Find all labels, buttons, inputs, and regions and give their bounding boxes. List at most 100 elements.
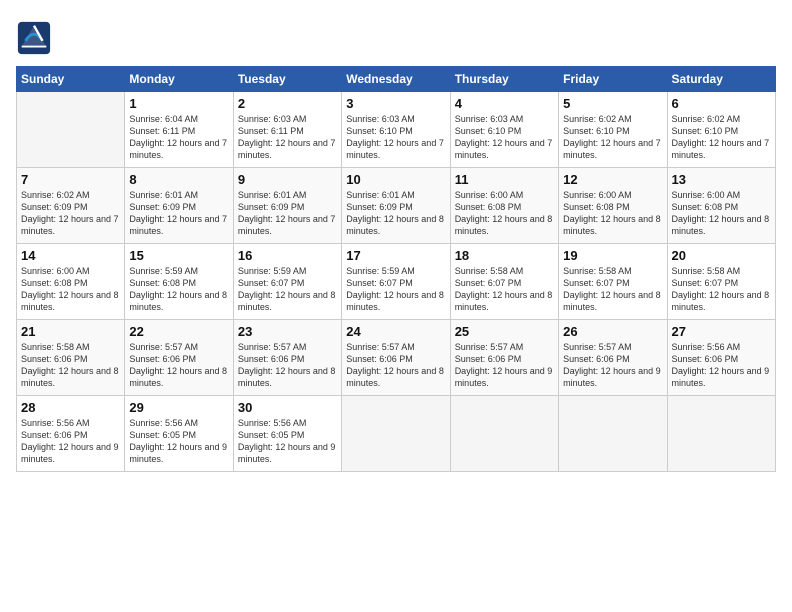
calendar-cell: 4 Sunrise: 6:03 AM Sunset: 6:10 PM Daylig… bbox=[450, 92, 558, 168]
calendar-cell bbox=[342, 396, 450, 472]
calendar-week-2: 7 Sunrise: 6:02 AM Sunset: 6:09 PM Daylig… bbox=[17, 168, 776, 244]
day-number: 21 bbox=[21, 324, 120, 339]
calendar-cell: 3 Sunrise: 6:03 AM Sunset: 6:10 PM Daylig… bbox=[342, 92, 450, 168]
calendar-cell: 14 Sunrise: 6:00 AM Sunset: 6:08 PM Dayli… bbox=[17, 244, 125, 320]
day-detail: Sunrise: 6:00 AM Sunset: 6:08 PM Dayligh… bbox=[455, 189, 554, 238]
calendar-cell: 9 Sunrise: 6:01 AM Sunset: 6:09 PM Daylig… bbox=[233, 168, 341, 244]
calendar-cell: 7 Sunrise: 6:02 AM Sunset: 6:09 PM Daylig… bbox=[17, 168, 125, 244]
calendar-cell: 21 Sunrise: 5:58 AM Sunset: 6:06 PM Dayli… bbox=[17, 320, 125, 396]
day-number: 14 bbox=[21, 248, 120, 263]
day-number: 16 bbox=[238, 248, 337, 263]
calendar-header-row: SundayMondayTuesdayWednesdayThursdayFrid… bbox=[17, 67, 776, 92]
calendar-cell: 18 Sunrise: 5:58 AM Sunset: 6:07 PM Dayli… bbox=[450, 244, 558, 320]
day-number: 7 bbox=[21, 172, 120, 187]
calendar-cell: 12 Sunrise: 6:00 AM Sunset: 6:08 PM Dayli… bbox=[559, 168, 667, 244]
day-number: 17 bbox=[346, 248, 445, 263]
day-number: 24 bbox=[346, 324, 445, 339]
calendar-cell: 1Sunrise: 6:04 AM Sunset: 6:11 PM Daylig… bbox=[125, 92, 233, 168]
day-detail: Sunrise: 5:56 AM Sunset: 6:05 PM Dayligh… bbox=[238, 417, 337, 466]
day-number: 11 bbox=[455, 172, 554, 187]
calendar-cell: 23 Sunrise: 5:57 AM Sunset: 6:06 PM Dayli… bbox=[233, 320, 341, 396]
day-detail: Sunrise: 6:02 AM Sunset: 6:10 PM Dayligh… bbox=[672, 113, 771, 162]
day-detail: Sunrise: 6:01 AM Sunset: 6:09 PM Dayligh… bbox=[346, 189, 445, 238]
col-header-saturday: Saturday bbox=[667, 67, 775, 92]
day-number: 29 bbox=[129, 400, 228, 415]
day-detail: Sunrise: 5:58 AM Sunset: 6:07 PM Dayligh… bbox=[563, 265, 662, 314]
day-number: 15 bbox=[129, 248, 228, 263]
day-number: 2 bbox=[238, 96, 337, 111]
day-number: 25 bbox=[455, 324, 554, 339]
calendar-week-3: 14 Sunrise: 6:00 AM Sunset: 6:08 PM Dayli… bbox=[17, 244, 776, 320]
calendar-cell: 25Sunrise: 5:57 AM Sunset: 6:06 PM Dayli… bbox=[450, 320, 558, 396]
day-number: 23 bbox=[238, 324, 337, 339]
calendar-cell bbox=[559, 396, 667, 472]
calendar-cell: 17 Sunrise: 5:59 AM Sunset: 6:07 PM Dayli… bbox=[342, 244, 450, 320]
calendar-cell bbox=[667, 396, 775, 472]
calendar-cell bbox=[450, 396, 558, 472]
day-number: 1 bbox=[129, 96, 228, 111]
day-detail: Sunrise: 6:03 AM Sunset: 6:10 PM Dayligh… bbox=[455, 113, 554, 162]
calendar-cell: 13 Sunrise: 6:00 AM Sunset: 6:08 PM Dayli… bbox=[667, 168, 775, 244]
day-number: 22 bbox=[129, 324, 228, 339]
day-detail: Sunrise: 5:56 AM Sunset: 6:06 PM Dayligh… bbox=[21, 417, 120, 466]
calendar-cell: 6 Sunrise: 6:02 AM Sunset: 6:10 PM Daylig… bbox=[667, 92, 775, 168]
logo bbox=[16, 20, 56, 56]
day-detail: Sunrise: 6:01 AM Sunset: 6:09 PM Dayligh… bbox=[238, 189, 337, 238]
calendar-cell: 15 Sunrise: 5:59 AM Sunset: 6:08 PM Dayli… bbox=[125, 244, 233, 320]
calendar-cell: 20Sunrise: 5:58 AM Sunset: 6:07 PM Dayli… bbox=[667, 244, 775, 320]
calendar-cell: 11 Sunrise: 6:00 AM Sunset: 6:08 PM Dayli… bbox=[450, 168, 558, 244]
page-container: SundayMondayTuesdayWednesdayThursdayFrid… bbox=[0, 0, 792, 480]
day-detail: Sunrise: 5:57 AM Sunset: 6:06 PM Dayligh… bbox=[346, 341, 445, 390]
logo-icon bbox=[16, 20, 52, 56]
col-header-thursday: Thursday bbox=[450, 67, 558, 92]
day-detail: Sunrise: 6:02 AM Sunset: 6:10 PM Dayligh… bbox=[563, 113, 662, 162]
calendar-cell: 24 Sunrise: 5:57 AM Sunset: 6:06 PM Dayli… bbox=[342, 320, 450, 396]
day-number: 20 bbox=[672, 248, 771, 263]
calendar-week-1: 1Sunrise: 6:04 AM Sunset: 6:11 PM Daylig… bbox=[17, 92, 776, 168]
calendar-cell: 27 Sunrise: 5:56 AM Sunset: 6:06 PM Dayli… bbox=[667, 320, 775, 396]
col-header-wednesday: Wednesday bbox=[342, 67, 450, 92]
day-number: 28 bbox=[21, 400, 120, 415]
calendar-cell: 16 Sunrise: 5:59 AM Sunset: 6:07 PM Dayli… bbox=[233, 244, 341, 320]
day-number: 27 bbox=[672, 324, 771, 339]
day-number: 6 bbox=[672, 96, 771, 111]
day-detail: Sunrise: 6:02 AM Sunset: 6:09 PM Dayligh… bbox=[21, 189, 120, 238]
day-detail: Sunrise: 5:58 AM Sunset: 6:07 PM Dayligh… bbox=[455, 265, 554, 314]
day-number: 10 bbox=[346, 172, 445, 187]
day-detail: Sunrise: 5:57 AM Sunset: 6:06 PM Dayligh… bbox=[238, 341, 337, 390]
day-number: 19 bbox=[563, 248, 662, 263]
calendar-cell bbox=[17, 92, 125, 168]
col-header-sunday: Sunday bbox=[17, 67, 125, 92]
day-number: 12 bbox=[563, 172, 662, 187]
day-detail: Sunrise: 5:59 AM Sunset: 6:08 PM Dayligh… bbox=[129, 265, 228, 314]
day-detail: Sunrise: 6:01 AM Sunset: 6:09 PM Dayligh… bbox=[129, 189, 228, 238]
day-number: 26 bbox=[563, 324, 662, 339]
calendar-cell: 22Sunrise: 5:57 AM Sunset: 6:06 PM Dayli… bbox=[125, 320, 233, 396]
header bbox=[16, 16, 776, 56]
calendar-cell: 10 Sunrise: 6:01 AM Sunset: 6:09 PM Dayli… bbox=[342, 168, 450, 244]
day-number: 3 bbox=[346, 96, 445, 111]
calendar-cell: 19 Sunrise: 5:58 AM Sunset: 6:07 PM Dayli… bbox=[559, 244, 667, 320]
col-header-monday: Monday bbox=[125, 67, 233, 92]
calendar-cell: 28 Sunrise: 5:56 AM Sunset: 6:06 PM Dayli… bbox=[17, 396, 125, 472]
day-detail: Sunrise: 5:58 AM Sunset: 6:06 PM Dayligh… bbox=[21, 341, 120, 390]
day-detail: Sunrise: 5:59 AM Sunset: 6:07 PM Dayligh… bbox=[346, 265, 445, 314]
day-detail: Sunrise: 6:00 AM Sunset: 6:08 PM Dayligh… bbox=[672, 189, 771, 238]
calendar-cell: 29 Sunrise: 5:56 AM Sunset: 6:05 PM Dayli… bbox=[125, 396, 233, 472]
day-detail: Sunrise: 5:56 AM Sunset: 6:05 PM Dayligh… bbox=[129, 417, 228, 466]
day-number: 8 bbox=[129, 172, 228, 187]
day-detail: Sunrise: 5:59 AM Sunset: 6:07 PM Dayligh… bbox=[238, 265, 337, 314]
day-detail: Sunrise: 5:56 AM Sunset: 6:06 PM Dayligh… bbox=[672, 341, 771, 390]
calendar-week-4: 21 Sunrise: 5:58 AM Sunset: 6:06 PM Dayli… bbox=[17, 320, 776, 396]
day-number: 18 bbox=[455, 248, 554, 263]
calendar-cell: 5Sunrise: 6:02 AM Sunset: 6:10 PM Daylig… bbox=[559, 92, 667, 168]
day-detail: Sunrise: 6:00 AM Sunset: 6:08 PM Dayligh… bbox=[21, 265, 120, 314]
calendar-table: SundayMondayTuesdayWednesdayThursdayFrid… bbox=[16, 66, 776, 472]
day-detail: Sunrise: 6:00 AM Sunset: 6:08 PM Dayligh… bbox=[563, 189, 662, 238]
day-number: 4 bbox=[455, 96, 554, 111]
day-detail: Sunrise: 6:03 AM Sunset: 6:10 PM Dayligh… bbox=[346, 113, 445, 162]
calendar-week-5: 28 Sunrise: 5:56 AM Sunset: 6:06 PM Dayli… bbox=[17, 396, 776, 472]
day-number: 9 bbox=[238, 172, 337, 187]
calendar-cell: 30Sunrise: 5:56 AM Sunset: 6:05 PM Dayli… bbox=[233, 396, 341, 472]
day-number: 13 bbox=[672, 172, 771, 187]
